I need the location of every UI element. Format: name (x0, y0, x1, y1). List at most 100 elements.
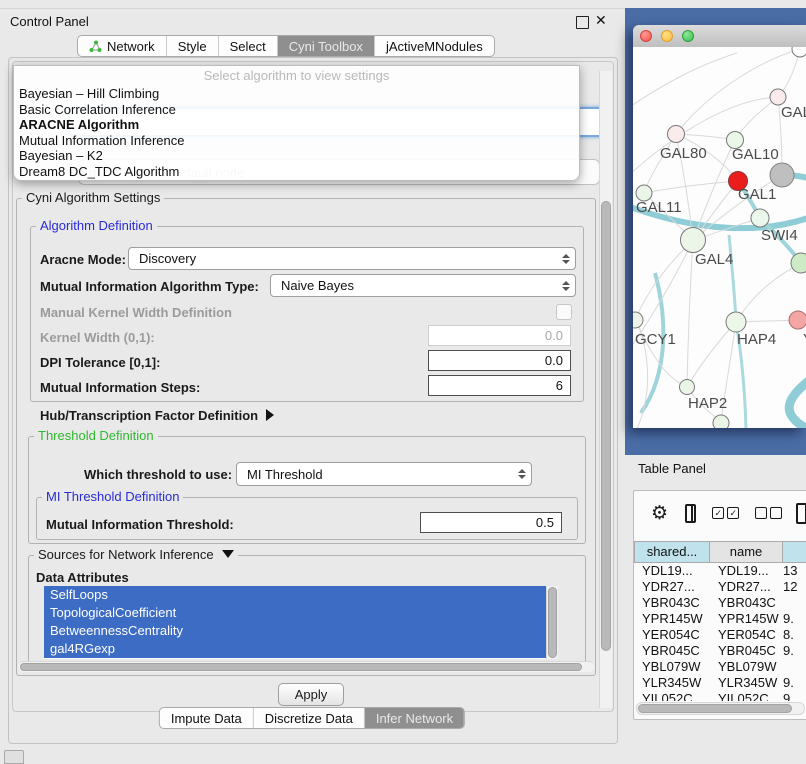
table-rows: YDL19...YDL19...13YDR27...YDR27...12YBR0… (634, 563, 806, 701)
tab-select[interactable]: Select (219, 36, 278, 56)
table-cell: YIL052C (710, 691, 783, 701)
mi-threshold-field[interactable]: 0.5 (420, 512, 562, 533)
control-panel-title: Control Panel (10, 14, 89, 29)
algorithm-definition-title: Algorithm Definition (36, 219, 157, 233)
select-all-icon[interactable]: ✓✓ (712, 507, 739, 519)
algorithm-option[interactable]: Basic Correlation Inference (14, 102, 579, 118)
attribute-item[interactable]: BetweennessCentrality (44, 622, 546, 640)
table-cell: 12 (783, 579, 806, 595)
hub-definition-toggle[interactable]: Hub/Transcription Factor Definition (40, 408, 274, 423)
tab-cyni-toolbox[interactable]: Cyni Toolbox (278, 36, 375, 56)
network-node[interactable] (770, 163, 794, 187)
attribute-item[interactable]: SelfLoops (44, 586, 546, 604)
table-cell: YDL19... (634, 563, 710, 579)
table-cell: YDR27... (710, 579, 783, 595)
network-node[interactable] (770, 89, 786, 105)
tab-network[interactable]: Network (78, 36, 167, 56)
mi-threshold-label: Mutual Information Threshold: (46, 517, 234, 532)
network-edge (687, 322, 736, 387)
tab-discretize-data[interactable]: Discretize Data (254, 708, 365, 728)
table-row[interactable]: YER054CYER054C8. (634, 627, 806, 643)
network-node[interactable] (713, 415, 729, 428)
column-header-shared-name[interactable]: shared... (634, 541, 710, 563)
combo-arrows-icon (557, 254, 575, 264)
control-panel-window: Control Panel ✕ Network Style Select Cyn… (0, 8, 625, 746)
columns-icon[interactable] (685, 504, 696, 523)
expand-right-icon (266, 409, 274, 421)
table-cell: 9. (783, 675, 806, 691)
algorithm-option[interactable]: Mutual Information Inference (14, 133, 579, 149)
close-traffic-light-icon[interactable] (640, 30, 652, 42)
algorithm-option[interactable]: Dream8 DC_TDC Algorithm (14, 164, 579, 180)
deselect-all-icon[interactable] (755, 507, 782, 519)
combo-arrows-icon (513, 469, 531, 479)
table-row[interactable]: YPR145WYPR145W9. (634, 611, 806, 627)
attribute-item[interactable]: TopologicalCoefficient (44, 604, 546, 622)
network-node[interactable] (751, 209, 769, 227)
tab-infer-network[interactable]: Infer Network (365, 708, 464, 728)
table-row[interactable]: YIL052CYIL052C9 (634, 691, 806, 701)
tab-impute-data[interactable]: Impute Data (160, 708, 254, 728)
which-threshold-combobox[interactable]: MI Threshold (236, 462, 532, 486)
network-node[interactable] (789, 311, 806, 329)
threshold-definition-title: Threshold Definition (34, 429, 158, 443)
algorithm-option[interactable]: Bayesian – Hill Climbing (14, 86, 579, 102)
dpi-tolerance-field[interactable]: 0.0 (428, 350, 571, 371)
mi-threshold-definition-title: MI Threshold Definition (42, 490, 183, 504)
algorithm-option-selected[interactable]: ARACNE Algorithm (14, 117, 579, 133)
tab-style[interactable]: Style (167, 36, 219, 56)
network-window-titlebar[interactable] (633, 25, 806, 48)
table-row[interactable]: YBL079WYBL079W (634, 659, 806, 675)
network-node[interactable] (792, 47, 806, 57)
table-cell: YER054C (634, 627, 710, 643)
mi-algorithm-type-combobox[interactable]: Naive Bayes (270, 274, 576, 297)
apply-button[interactable]: Apply (278, 683, 344, 706)
network-node-label: HAP4 (737, 331, 776, 348)
minimize-traffic-light-icon[interactable] (661, 30, 673, 42)
table-row[interactable]: YLR345WYLR345W9. (634, 675, 806, 691)
table-row[interactable]: YBR045CYBR045C9. (634, 643, 806, 659)
dpi-tolerance-label: DPI Tolerance [0,1]: (40, 355, 160, 370)
network-edge (635, 240, 693, 320)
sources-toggle[interactable]: Sources for Network Inference (34, 548, 238, 562)
kernel-width-field[interactable]: 0.0 (428, 325, 571, 346)
network-node[interactable] (633, 312, 643, 328)
algorithm-option[interactable]: Bayesian – K2 (14, 148, 579, 164)
mi-steps-label: Mutual Information Steps: (40, 380, 200, 395)
function-builder-icon[interactable] (796, 503, 806, 524)
close-icon[interactable]: ✕ (595, 12, 607, 29)
table-row[interactable]: YDL19...YDL19...13 (634, 563, 806, 579)
gear-icon[interactable]: ⚙ (651, 502, 668, 525)
network-node[interactable] (668, 126, 685, 143)
tab-jactivemnodules[interactable]: jActiveMNodules (375, 36, 494, 56)
zoom-traffic-light-icon[interactable] (682, 30, 694, 42)
table-header-row: shared... name (634, 541, 806, 563)
table-hscrollbar[interactable] (636, 702, 805, 715)
network-canvas-svg: GALGAL80GAL10GAL1GAL11SWI4GAL4GCY1HAP4YH… (633, 47, 806, 428)
column-header-name[interactable]: name (710, 541, 783, 563)
bottom-tabs: Impute Data Discretize Data Infer Networ… (159, 707, 465, 729)
table-row[interactable]: YBR043CYBR043C (634, 595, 806, 611)
network-node-label: GAL (781, 104, 806, 121)
attribute-item[interactable]: gal4RGexp (44, 640, 546, 658)
network-edge (644, 181, 738, 193)
manual-kernel-width-checkbox[interactable] (556, 304, 572, 320)
table-cell: YBR043C (634, 595, 710, 611)
attributes-scrollbar[interactable] (546, 586, 558, 659)
network-node[interactable] (791, 253, 806, 273)
network-node[interactable] (680, 380, 695, 395)
aracne-mode-combobox[interactable]: Discovery (128, 247, 576, 270)
network-edge (633, 97, 778, 177)
table-cell: YBL079W (634, 659, 710, 675)
network-canvas[interactable]: GALGAL80GAL10GAL1GAL11SWI4GAL4GCY1HAP4YH… (633, 47, 806, 428)
column-header-partial[interactable] (783, 541, 806, 563)
mi-steps-field[interactable]: 6 (428, 375, 571, 396)
settings-hscrollbar[interactable] (18, 661, 594, 672)
settings-vscrollbar[interactable] (599, 71, 612, 708)
table-cell: 13 (783, 563, 806, 579)
float-window-icon[interactable] (576, 16, 589, 29)
table-row[interactable]: YDR27...YDR27...12 (634, 579, 806, 595)
network-node[interactable] (726, 312, 746, 332)
table-cell: YBR045C (634, 643, 710, 659)
network-node[interactable] (681, 228, 706, 253)
